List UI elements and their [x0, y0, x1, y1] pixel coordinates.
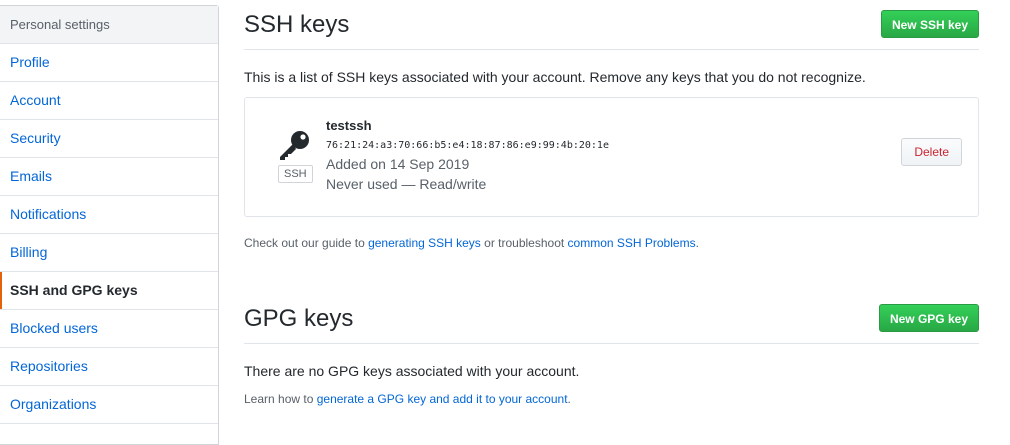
ssh-key-added-date: Added on 14 Sep 2019: [326, 156, 470, 172]
ssh-keys-title: SSH keys: [244, 11, 350, 38]
new-ssh-key-button[interactable]: New SSH key: [880, 10, 979, 38]
sidebar-item-notifications[interactable]: Notifications: [0, 196, 218, 234]
main-content: SSH keys New SSH key This is a list of S…: [244, 0, 979, 406]
ssh-key-details: testssh 76:21:24:a3:70:66:b5:e4:18:87:86…: [326, 118, 609, 192]
sidebar-item-account[interactable]: Account: [0, 82, 218, 120]
gpg-empty-text: There are no GPG keys associated with yo…: [244, 363, 580, 379]
gpg-note-prefix: Learn how to: [244, 392, 317, 406]
ssh-note-middle: or troubleshoot: [480, 236, 568, 250]
ssh-type-badge: SSH: [278, 165, 313, 183]
gpg-section: GPG keys New GPG key There are no GPG ke…: [244, 294, 979, 406]
ssh-help-note: Check out our guide to generating SSH ke…: [244, 236, 979, 250]
sidebar-item-blocked-users[interactable]: Blocked users: [0, 310, 218, 348]
sidebar-item-ssh-gpg-keys[interactable]: SSH and GPG keys: [0, 272, 218, 310]
delete-ssh-key-button[interactable]: Delete: [901, 138, 962, 166]
gpg-help-note: Learn how to generate a GPG key and add …: [244, 392, 979, 406]
sidebar-item-profile[interactable]: Profile: [0, 44, 218, 82]
key-icon: [280, 131, 309, 160]
ssh-key-fingerprint: 76:21:24:a3:70:66:b5:e4:18:87:86:e9:99:4…: [326, 140, 609, 151]
sidebar-item-organizations[interactable]: Organizations: [0, 386, 218, 424]
gpg-note-suffix: .: [567, 392, 571, 406]
ssh-note-prefix: Check out our guide to: [244, 236, 369, 250]
ssh-note-suffix: .: [695, 236, 699, 250]
sidebar-header: Personal settings: [0, 6, 218, 44]
ssh-key-title: testssh: [326, 118, 372, 133]
sidebar-item-billing[interactable]: Billing: [0, 234, 218, 272]
gpg-keys-title: GPG keys: [244, 305, 354, 332]
ssh-key-item: SSH testssh 76:21:24:a3:70:66:b5:e4:18:8…: [244, 97, 979, 217]
generating-ssh-keys-link[interactable]: generating SSH keys: [368, 236, 481, 250]
sidebar-item-repositories[interactable]: Repositories: [0, 348, 218, 386]
generate-gpg-key-link[interactable]: generate a GPG key and add it to your ac…: [317, 392, 568, 406]
sidebar-item-security[interactable]: Security: [0, 120, 218, 158]
sidebar-item-emails[interactable]: Emails: [0, 158, 218, 196]
new-gpg-key-button[interactable]: New GPG key: [878, 304, 979, 332]
common-ssh-problems-link[interactable]: common SSH Problems: [568, 236, 696, 250]
gpg-section-header: GPG keys New GPG key: [244, 294, 979, 344]
ssh-intro-text: This is a list of SSH keys associated wi…: [244, 69, 866, 85]
settings-sidebar: Personal settings Profile Account Securi…: [0, 5, 219, 445]
ssh-key-usage: Never used — Read/write: [326, 176, 487, 192]
ssh-section-header: SSH keys New SSH key: [244, 0, 979, 50]
